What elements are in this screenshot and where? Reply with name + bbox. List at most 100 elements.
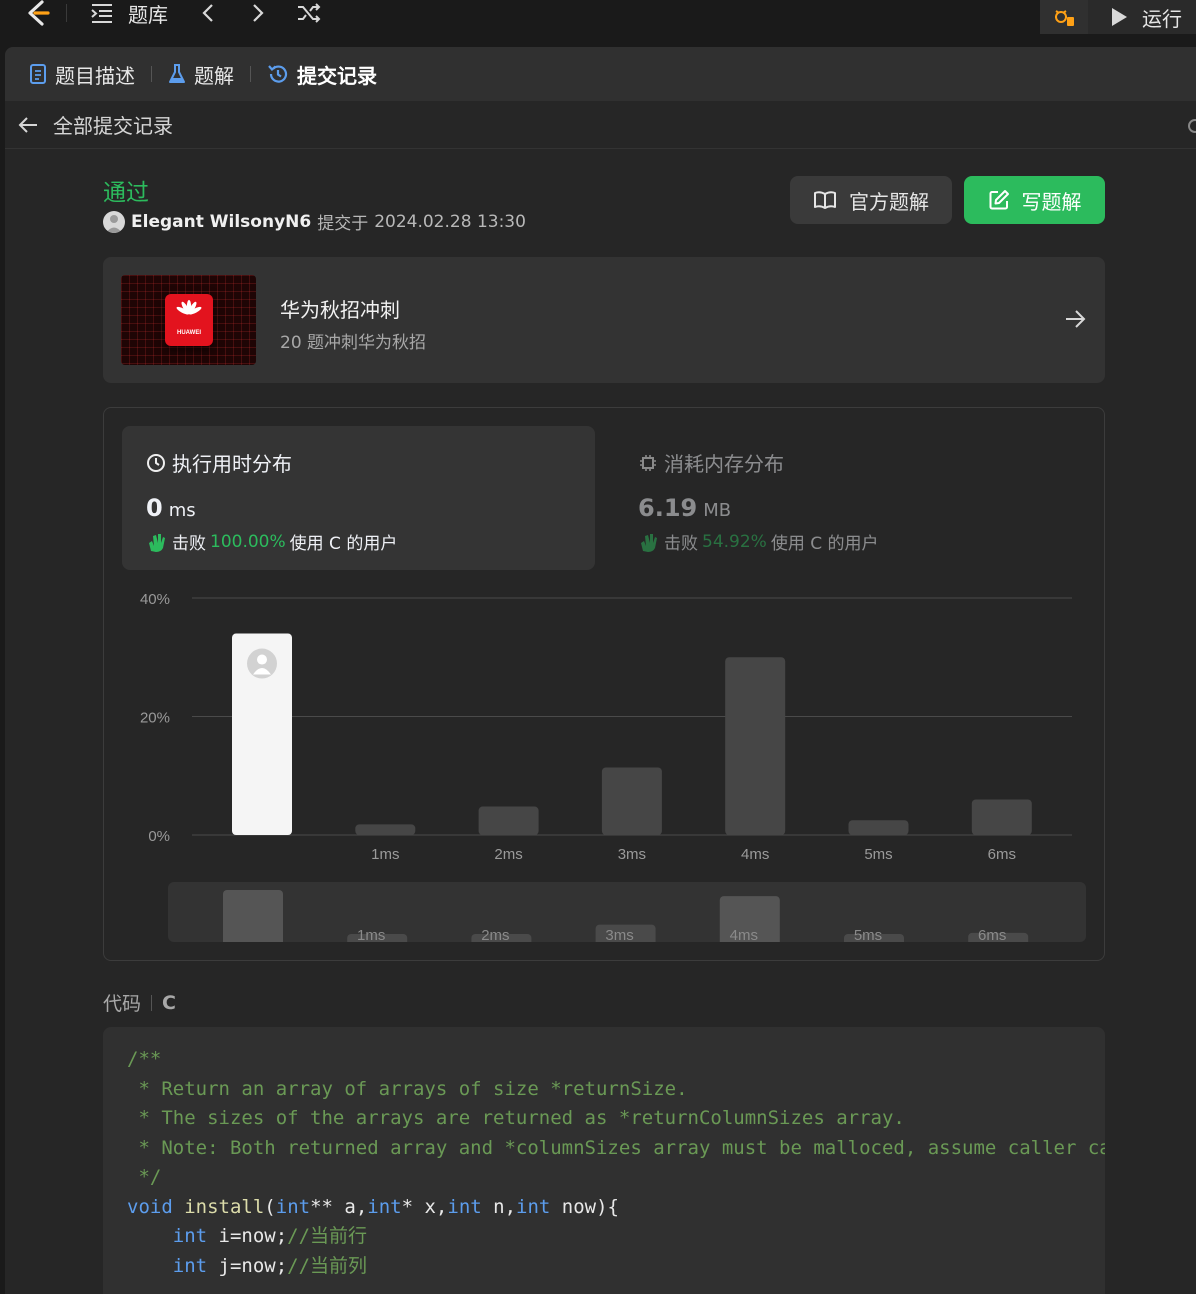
official-solution-button[interactable]: 官方题解 xyxy=(790,176,952,224)
runtime-number: 0 xyxy=(146,494,163,522)
chart-bar[interactable] xyxy=(971,799,1032,835)
memory-percent: 54.92% xyxy=(702,531,767,552)
chart-bar[interactable] xyxy=(355,824,416,835)
memory-title: 消耗内存分布 xyxy=(638,448,784,477)
problem-list-button[interactable]: 题库 xyxy=(90,0,168,27)
user-icon xyxy=(106,214,122,233)
y-tick-label: 0% xyxy=(148,828,170,845)
y-tick-label: 40% xyxy=(140,591,170,608)
clap-icon xyxy=(641,533,657,552)
tab-solutions[interactable]: 题解 xyxy=(164,60,238,89)
x-tick-label: 1ms xyxy=(371,846,399,863)
clap-icon xyxy=(149,533,165,552)
avatar-head xyxy=(257,654,267,665)
tab-description-label: 题目描述 xyxy=(55,63,135,88)
runtime-stat-card[interactable]: 执行用时分布 0 ms 击败 100.00% 使用 C 的用户 xyxy=(122,426,595,570)
tab-description[interactable]: 题目描述 xyxy=(25,60,139,89)
clock-icon xyxy=(147,453,165,472)
runtime-beat: 击败 100.00% 使用 C 的用户 xyxy=(146,529,397,554)
chevron-right-icon xyxy=(253,4,264,22)
flask-icon xyxy=(169,64,185,83)
x-tick-label: 5ms xyxy=(864,846,892,863)
runtime-beat-label: 击败 xyxy=(172,534,206,554)
memory-suffix: 使用 C 的用户 xyxy=(770,534,879,554)
edit-icon xyxy=(989,190,1009,210)
brush-tick-label: 1ms xyxy=(357,927,385,942)
next-problem-button[interactable] xyxy=(250,0,266,26)
back-to-all-submissions[interactable]: 全部提交记录 xyxy=(5,101,1196,149)
brush-tick-label: 2ms xyxy=(481,927,509,942)
chevron-left-icon xyxy=(202,4,213,22)
runtime-percent: 100.00% xyxy=(210,531,286,552)
top-bar: 题库 运行 xyxy=(0,0,1196,46)
chart-range-brush[interactable]: 1ms 2ms 3ms 4ms 5ms 6ms xyxy=(168,882,1086,942)
submission-panel: 题目描述 题解 提交记录 全部提交记录 通过 Elegant WilsonyN6… xyxy=(5,47,1196,1294)
arrow-left-icon xyxy=(18,116,37,133)
divider xyxy=(66,4,67,22)
submitted-time: 2024.02.28 13:30 xyxy=(374,211,526,232)
link-icon[interactable] xyxy=(1186,117,1196,135)
chart-bar[interactable] xyxy=(478,806,539,835)
code-section-header: 代码 C xyxy=(103,989,176,1016)
runtime-value: 0 ms xyxy=(146,494,196,522)
brush-tick-label: 6ms xyxy=(978,927,1006,942)
history-icon xyxy=(268,65,288,83)
panel-tabs: 题目描述 题解 提交记录 xyxy=(5,47,1196,101)
book-icon xyxy=(814,191,836,209)
debug-button[interactable] xyxy=(1040,0,1088,34)
run-label: 运行 xyxy=(1142,6,1182,31)
divider xyxy=(151,66,152,82)
brush-tick-label: 3ms xyxy=(605,927,633,942)
back-label: 全部提交记录 xyxy=(53,114,173,138)
memory-value: 6.19 MB xyxy=(638,494,731,522)
code-label: 代码 xyxy=(103,993,142,1015)
chart-bar[interactable] xyxy=(725,657,786,835)
runtime-distribution-chart: 0% 20% 40% 1ms 2ms 3ms 4ms 5ms 6ms xyxy=(140,591,1072,863)
brush-tick-label: 5ms xyxy=(854,927,882,942)
runtime-title: 执行用时分布 xyxy=(146,448,292,477)
play-icon xyxy=(1112,8,1127,26)
code-block[interactable]: /** * Return an array of arrays of size … xyxy=(103,1027,1105,1294)
leetcode-logo-icon[interactable] xyxy=(22,0,52,26)
brush-bar xyxy=(223,890,283,942)
run-button[interactable]: 运行 xyxy=(1088,0,1196,34)
performance-stats: 执行用时分布 0 ms 击败 100.00% 使用 C 的用户 消耗内存分布 6… xyxy=(103,407,1105,961)
huawei-logo-text: HUAWEI xyxy=(177,330,201,336)
memory-number: 6.19 xyxy=(638,494,698,522)
user-avatar-marker xyxy=(247,648,277,679)
chart-bar[interactable] xyxy=(848,820,909,835)
tab-submissions-label: 提交记录 xyxy=(297,63,377,88)
runtime-title-label: 执行用时分布 xyxy=(172,452,292,476)
study-plan-card[interactable]: HUAWEI 华为秋招冲刺 20 题冲刺华为秋招 xyxy=(103,257,1105,383)
submission-meta: Elegant WilsonyN6 提交于 2024.02.28 13:30 xyxy=(103,209,526,234)
submission-status: 通过 xyxy=(103,180,149,206)
study-plan-subtitle: 20 题冲刺华为秋招 xyxy=(280,333,427,353)
tab-solutions-label: 题解 xyxy=(194,63,234,88)
y-tick-label: 20% xyxy=(140,710,170,727)
memory-stat-card[interactable]: 消耗内存分布 6.19 MB 击败 54.92% 使用 C 的用户 xyxy=(614,426,1087,570)
avatar[interactable] xyxy=(103,210,125,233)
x-tick-label: 2ms xyxy=(494,846,522,863)
x-tick-label: 3ms xyxy=(618,846,646,863)
random-problem-button[interactable] xyxy=(296,0,322,26)
memory-title-label: 消耗内存分布 xyxy=(664,452,784,476)
bug-icon xyxy=(1055,10,1074,26)
run-toolbar: 运行 xyxy=(1040,0,1196,34)
official-solution-label: 官方题解 xyxy=(849,189,929,214)
study-plan-title: 华为秋招冲刺 xyxy=(280,298,400,322)
submitter-name[interactable]: Elegant WilsonyN6 xyxy=(131,212,311,232)
study-plan-image: HUAWEI xyxy=(121,275,256,365)
write-solution-label: 写题解 xyxy=(1021,189,1082,214)
chart-bar[interactable] xyxy=(601,767,662,835)
brush-tick-label: 4ms xyxy=(730,927,758,942)
memory-unit: MB xyxy=(703,500,732,521)
runtime-unit: ms xyxy=(168,500,196,521)
list-icon xyxy=(91,4,112,23)
submitted-prefix: 提交于 xyxy=(317,214,369,234)
x-tick-label: 6ms xyxy=(988,846,1016,863)
write-solution-button[interactable]: 写题解 xyxy=(964,176,1105,224)
document-icon xyxy=(30,64,46,84)
divider xyxy=(250,66,251,82)
prev-problem-button[interactable] xyxy=(200,0,216,26)
tab-submissions[interactable]: 提交记录 xyxy=(263,60,381,89)
